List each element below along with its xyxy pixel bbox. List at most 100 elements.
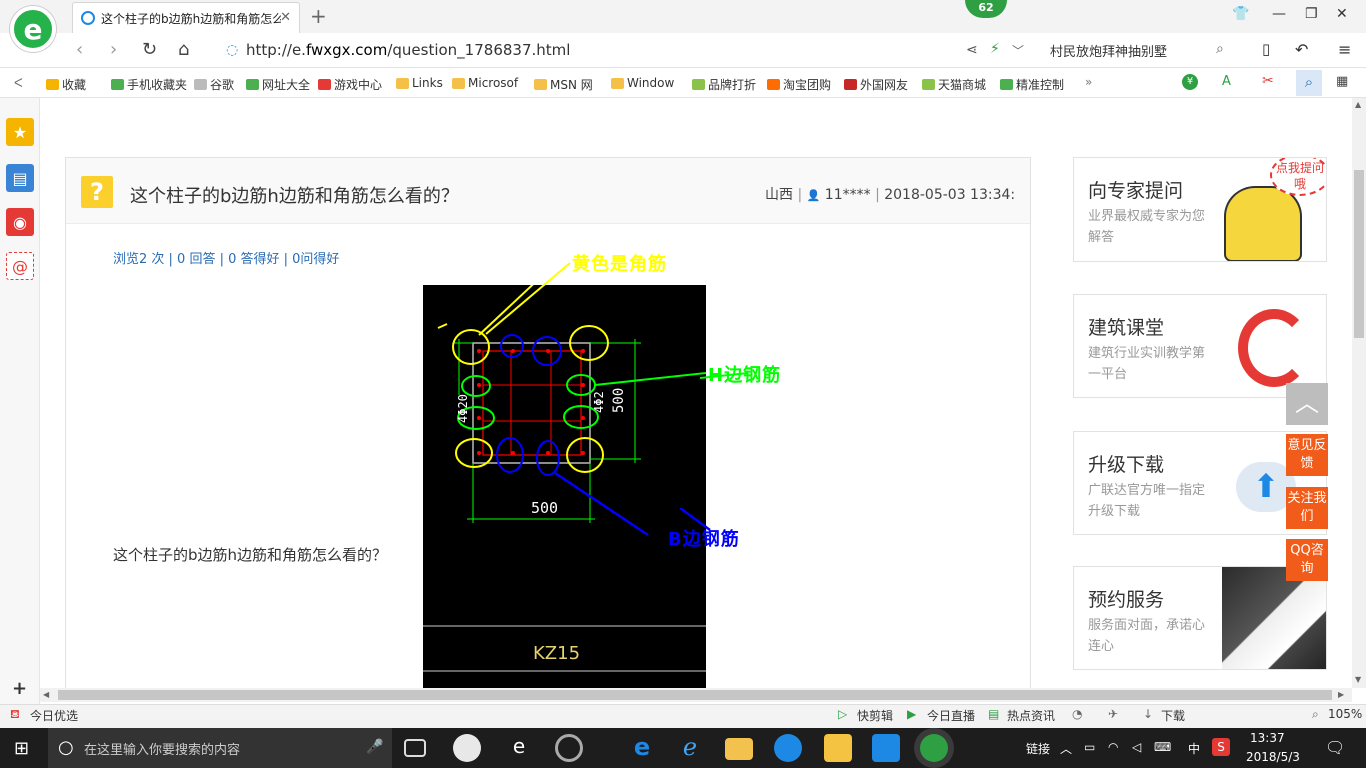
home-icon[interactable]: ⌂ — [178, 39, 189, 60]
more-favorites-icon[interactable]: » — [1085, 75, 1092, 89]
ime-indicator[interactable]: 中 — [1188, 740, 1200, 757]
notification-center-icon[interactable]: 🗨 — [1325, 738, 1345, 757]
follow-us-button[interactable]: 关注我们 — [1286, 487, 1328, 529]
mail-icon[interactable]: @ — [6, 252, 34, 280]
clock-date[interactable]: 2018/5/3 — [1246, 750, 1300, 764]
zoom-icon[interactable]: ⌕ — [1312, 707, 1319, 722]
scissors-icon[interactable]: ✂ — [1262, 73, 1274, 89]
spiral-app-icon[interactable] — [555, 734, 583, 762]
favorite-item[interactable]: Links — [396, 76, 443, 90]
scroll-up-icon[interactable]: ▲ — [1355, 100, 1361, 109]
vertical-scroll-thumb[interactable] — [1354, 170, 1364, 338]
feedback-button[interactable]: 意见反馈 — [1286, 434, 1328, 476]
scroll-right-icon[interactable]: ▶ — [1338, 690, 1344, 699]
hot-news-icon[interactable]: ▤ — [988, 707, 999, 721]
qq-consult-button[interactable]: QQ咨询 — [1286, 539, 1328, 581]
favorite-item[interactable]: 品牌打折 — [692, 76, 756, 93]
edge-app-icon[interactable]: e — [628, 734, 656, 762]
tray-up-icon[interactable]: ︿ — [1060, 740, 1072, 757]
reload-icon[interactable]: ↻ — [142, 39, 157, 60]
hot-news-link[interactable]: 热点资讯 — [1007, 707, 1055, 724]
ie-app-icon[interactable]: ℯ — [676, 734, 704, 762]
browser-360-app-icon[interactable] — [920, 734, 948, 762]
file-explorer-icon[interactable] — [725, 738, 753, 760]
task-view-icon[interactable] — [404, 739, 426, 757]
battery-icon[interactable]: ▭ — [1084, 740, 1095, 754]
yen-icon[interactable]: ¥ — [1182, 74, 1198, 90]
taskbar-search-input[interactable]: 在这里输入你要搜索的内容 — [48, 728, 392, 768]
sogou-icon[interactable]: S — [1212, 738, 1230, 756]
scroll-left-icon[interactable]: ◀ — [43, 690, 49, 699]
favorite-item[interactable]: Microsof — [452, 76, 518, 90]
live-link[interactable]: 今日直播 — [927, 707, 975, 724]
weibo-icon[interactable]: ◉ — [6, 208, 34, 236]
keyboard-icon[interactable]: ⌨ — [1154, 740, 1171, 754]
news-icon[interactable]: ▤ — [6, 164, 34, 192]
notes-app-icon[interactable] — [824, 734, 852, 762]
live-icon[interactable]: ▶ — [907, 707, 916, 721]
add-sidebar-icon[interactable]: + — [12, 678, 27, 699]
favorite-item[interactable]: 天猫商城 — [922, 76, 986, 93]
pinwheel-app-icon[interactable] — [453, 734, 481, 762]
favorite-item[interactable]: 网址大全 — [246, 76, 310, 93]
card-appointment[interactable]: 预约服务 服务面对面，承诺心连心 — [1073, 566, 1327, 670]
favorites-collapse-icon[interactable]: ᐸ — [14, 76, 23, 90]
back-icon[interactable]: ‹ — [76, 39, 83, 60]
notification-badge[interactable]: 62 — [965, 0, 1007, 18]
ie-legacy-app-icon[interactable]: e — [505, 734, 533, 762]
back-to-top-button[interactable]: ︿ — [1286, 383, 1328, 425]
wifi-icon[interactable]: ◠ — [1108, 740, 1118, 754]
glodon-app-icon[interactable] — [774, 734, 802, 762]
find-icon[interactable]: ⌕ — [1296, 70, 1322, 96]
ask-bubble[interactable]: 点我提问哦 — [1270, 158, 1326, 196]
start-windows-icon[interactable]: ⊞ — [14, 738, 29, 759]
minimize-button[interactable]: — — [1272, 6, 1286, 22]
favorite-item[interactable]: 手机收藏夹 — [111, 76, 187, 93]
today-picks-icon[interactable]: ⛾ — [10, 707, 20, 723]
forward-icon[interactable]: › — [110, 39, 117, 60]
address-input[interactable]: http://e.fwxgx.com/question_1786837.html — [226, 41, 570, 59]
favorite-item[interactable]: MSN 网 — [534, 76, 593, 93]
search-input[interactable]: 村民放炮拜神抽别墅 — [1050, 41, 1167, 60]
maximize-button[interactable]: ❐ — [1305, 6, 1318, 22]
mobile-icon[interactable]: ▯ — [1262, 40, 1270, 58]
speed-icon[interactable]: ◔ — [1072, 707, 1082, 721]
close-window-button[interactable]: ✕ — [1336, 6, 1348, 22]
microphone-icon[interactable]: 🎤 — [366, 739, 383, 755]
tab-active[interactable]: 这个柱子的b边筋h边筋和角筋怎么 ✕ — [72, 2, 300, 33]
favorite-item[interactable]: Window — [611, 76, 674, 90]
favorite-item[interactable]: 谷歌 — [194, 76, 234, 93]
clock-time[interactable]: 13:37 — [1250, 731, 1285, 745]
pin-icon[interactable]: ✈ — [1108, 707, 1118, 721]
translate-icon[interactable]: A — [1222, 74, 1231, 89]
favorite-item[interactable]: 外国网友 — [844, 76, 908, 93]
favorite-item[interactable]: 淘宝团购 — [767, 76, 831, 93]
menu-icon[interactable]: ≡ — [1338, 40, 1351, 59]
today-picks-link[interactable]: 今日优选 — [30, 707, 78, 724]
lightning-icon[interactable]: ⚡ — [990, 41, 1000, 57]
download-icon[interactable]: ↓ — [1143, 707, 1153, 721]
search-icon[interactable]: ⌕ — [1216, 41, 1224, 57]
new-tab-button[interactable]: + — [310, 4, 327, 28]
vertical-scrollbar[interactable]: ▲ ▼ — [1352, 98, 1366, 688]
favorite-item[interactable]: 精准控制 — [1000, 76, 1064, 93]
star-icon[interactable]: ★ — [6, 118, 34, 146]
card-ask-expert[interactable]: 向专家提问 业界最权威专家为您解答 点我提问哦 — [1073, 157, 1327, 262]
browser-logo[interactable]: e — [10, 6, 56, 52]
skin-icon[interactable]: 👕 — [1232, 6, 1249, 22]
dropdown-chevron-icon[interactable]: ﹀ — [1012, 42, 1024, 59]
plus-app-icon[interactable] — [872, 734, 900, 762]
tab-close-icon[interactable]: ✕ — [280, 10, 291, 25]
question-user[interactable]: 11**** — [825, 187, 871, 203]
volume-icon[interactable]: ◁ — [1132, 740, 1141, 754]
horizontal-scroll-thumb[interactable] — [58, 690, 1332, 700]
horizontal-scrollbar[interactable]: ◀ ▶ — [40, 688, 1352, 702]
quick-clip-link[interactable]: 快剪辑 — [857, 707, 893, 724]
quick-clip-icon[interactable]: ▷ — [838, 707, 847, 721]
zoom-level[interactable]: 105% — [1328, 707, 1362, 721]
links-toolbar-label[interactable]: 链接 — [1026, 740, 1050, 757]
favorite-item[interactable]: 收藏 — [46, 76, 86, 93]
share-icon[interactable]: ⋖ — [966, 42, 978, 58]
favorite-item[interactable]: 游戏中心 — [318, 76, 382, 93]
undo-icon[interactable]: ↶ — [1295, 40, 1308, 59]
